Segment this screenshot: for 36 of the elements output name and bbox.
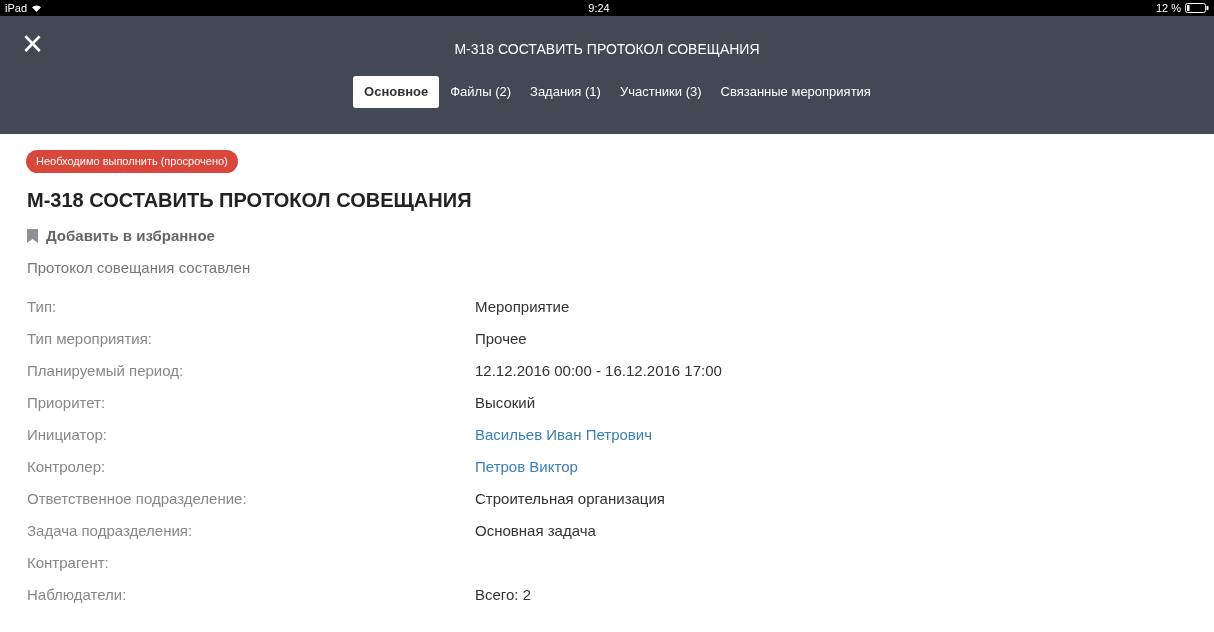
tab[interactable]: Участники (3)	[611, 76, 710, 108]
field-value: Всего: 2	[475, 585, 531, 606]
bookmark-icon	[27, 228, 38, 243]
person-link[interactable]: Петров Виктор	[475, 456, 578, 479]
field-label: Тип:	[27, 297, 58, 318]
tab[interactable]: Связанные мероприятия	[712, 76, 879, 108]
field-label: Задача подразделения:	[27, 521, 194, 542]
battery-percent: 12 %	[1155, 0, 1181, 16]
field-label: Приоритет:	[27, 393, 107, 414]
task-title: М-318 СОСТАВИТЬ ПРОТОКОЛ СОВЕЩАНИЯ	[27, 187, 473, 213]
field-label: Инициатор:	[27, 425, 108, 446]
person-link[interactable]: Васильев Иван Петрович	[475, 424, 652, 447]
field-label: Наблюдатели:	[27, 585, 128, 606]
field-label: Контролер:	[27, 457, 107, 478]
field-label: Тип мероприятия:	[27, 329, 154, 350]
description: Протокол совещания составлен	[27, 258, 252, 278]
favorite-button[interactable]: Добавить в избранное	[27, 224, 215, 247]
field-value: Прочее	[475, 329, 527, 350]
field-value: Мероприятие	[475, 297, 570, 318]
field-value: Строительная организация	[475, 489, 665, 510]
tab[interactable]: Основное	[353, 76, 440, 108]
battery-icon	[1185, 3, 1209, 13]
wifi-icon	[31, 3, 43, 13]
clock: 9:24	[588, 0, 610, 16]
field-label: Ответственное подразделение:	[27, 489, 248, 510]
tab[interactable]: Файлы (2)	[442, 76, 520, 108]
window-title: М-318 СОСТАВИТЬ ПРОТОКОЛ СОВЕЩАНИЯ	[454, 39, 760, 59]
field-label: Планируемый период:	[27, 361, 185, 382]
field-value: Основная задача	[475, 521, 596, 542]
field-value: Высокий	[475, 393, 536, 414]
close-button[interactable]: ×	[22, 26, 44, 62]
field-value: 12.12.2016 00:00 - 16.12.2016 17:00	[475, 361, 722, 382]
device-name: iPad	[5, 0, 28, 16]
status-badge: Необходимо выполнить (просрочено)	[26, 150, 238, 173]
field-label: Контрагент:	[27, 553, 110, 574]
tab[interactable]: Задания (1)	[522, 76, 609, 108]
